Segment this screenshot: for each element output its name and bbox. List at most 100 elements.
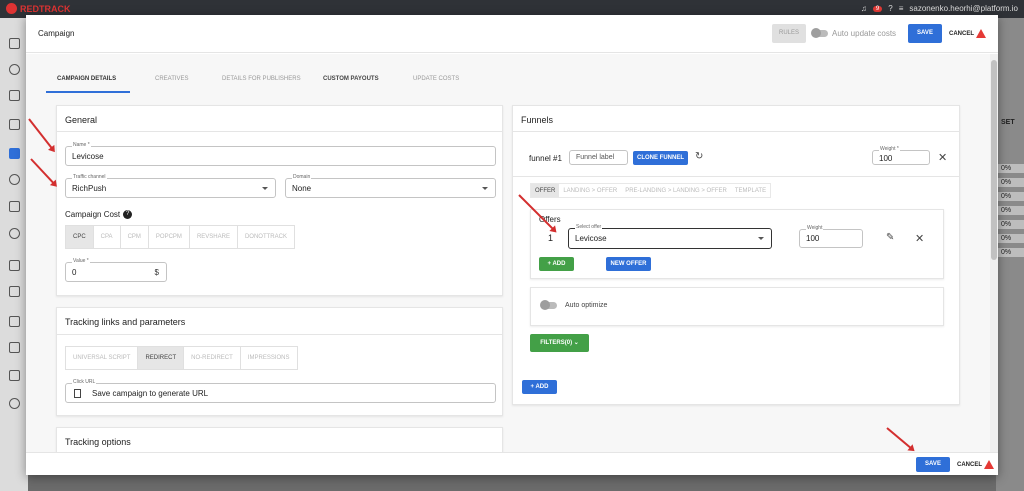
mode-impressions[interactable]: IMPRESSIONS <box>241 347 297 369</box>
cost-model-cpc[interactable]: CPC <box>66 226 94 248</box>
user-email[interactable]: sazonenko.heorhi@platform.io <box>909 4 1018 13</box>
add-funnel-button[interactable]: + ADD <box>522 380 557 394</box>
tracking-mode-selector: UNIVERSAL SCRIPT REDIRECT NO-REDIRECT IM… <box>65 346 298 370</box>
cost-value-input[interactable]: Value * 0 $ <box>65 258 167 282</box>
help-icon[interactable]: ? <box>888 4 892 13</box>
check-icon[interactable] <box>9 64 20 75</box>
cost-model-cpa[interactable]: CPA <box>94 226 121 248</box>
background-cell: 0% <box>998 164 1024 173</box>
save-button-bottom[interactable]: SAVE <box>916 457 950 472</box>
left-navigation <box>0 18 28 491</box>
background-cell: 0% <box>998 178 1024 187</box>
background-cell: 0% <box>998 192 1024 201</box>
add-offer-button[interactable]: + ADD <box>539 257 574 271</box>
tracking-links-title: Tracking links and parameters <box>65 317 186 327</box>
tab-custom-payouts[interactable]: CUSTOM PAYOUTS <box>323 76 379 82</box>
apps-icon[interactable] <box>9 370 20 381</box>
chevron-down-icon <box>758 237 764 240</box>
domain-select[interactable]: Domain None <box>285 174 496 198</box>
menu-icon[interactable]: ≡ <box>899 4 904 13</box>
rules-button[interactable]: RULES <box>772 24 806 43</box>
share-icon[interactable] <box>9 174 20 185</box>
new-offer-button[interactable]: NEW OFFER <box>606 257 651 271</box>
modal-header: Campaign RULES Auto update costs SAVE CA… <box>26 15 998 53</box>
settings-icon[interactable] <box>9 398 20 409</box>
tab-update-costs[interactable]: UPDATE COSTS <box>413 76 459 82</box>
toggle-switch[interactable] <box>540 300 557 310</box>
campaign-tabs: CAMPAIGN DETAILS CREATIVES DETAILS FOR P… <box>46 54 966 92</box>
campaign-cost-heading: Campaign Cost ? <box>65 210 133 219</box>
cost-model-cpm[interactable]: CPM <box>121 226 149 248</box>
select-offer-dropdown[interactable]: Select offer Levicose <box>568 224 772 249</box>
funnels-title: Funnels <box>521 115 554 125</box>
toggle-switch[interactable] <box>811 28 828 38</box>
tab-creatives[interactable]: CREATIVES <box>155 76 189 82</box>
tracking-options-panel: Tracking options <box>56 427 503 452</box>
subtab-landing-offer[interactable]: LANDING > OFFER <box>559 184 621 197</box>
warning-icon <box>976 29 986 38</box>
tab-campaign-details[interactable]: CAMPAIGN DETAILS <box>57 76 116 82</box>
app-logo[interactable]: REDTRACK <box>6 3 71 14</box>
funnel-icon[interactable] <box>9 286 20 297</box>
modal-footer: SAVE CANCEL <box>26 452 998 475</box>
cancel-button-top[interactable]: CANCEL <box>949 29 986 38</box>
currency-symbol: $ <box>154 268 159 277</box>
name-field[interactable]: Name * Levicose <box>65 142 496 166</box>
funnel-name: funnel #1 <box>529 154 562 163</box>
cost-model-donottrack[interactable]: DONOTTRACK <box>238 226 294 248</box>
mode-redirect[interactable]: REDIRECT <box>138 347 185 369</box>
background-cell: 0% <box>998 234 1024 243</box>
scrollbar-thumb[interactable] <box>991 60 997 260</box>
close-icon[interactable]: ✕ <box>938 151 947 164</box>
help-icon[interactable]: ? <box>123 210 133 219</box>
notification-bell-icon[interactable]: ♫ <box>861 4 867 13</box>
dashboard-icon[interactable] <box>9 38 20 49</box>
remove-offer-icon[interactable]: ✕ <box>915 232 924 245</box>
campaigns-icon[interactable] <box>9 148 20 159</box>
tracking-links-panel: Tracking links and parameters UNIVERSAL … <box>56 307 503 416</box>
auto-optimize-toggle[interactable]: Auto optimize <box>540 300 607 310</box>
globe-icon[interactable] <box>9 228 20 239</box>
tag-icon[interactable] <box>9 201 20 212</box>
edit-icon[interactable]: ✎ <box>886 232 894 243</box>
import-icon[interactable] <box>9 342 20 353</box>
offers-card: Offers 1 Select offer Levicose Weight 10… <box>530 209 944 279</box>
notification-badge: 9 <box>872 5 883 12</box>
funnel-label-input[interactable]: Funnel label <box>569 150 628 165</box>
subtab-prelanding-landing-offer[interactable]: PRE-LANDING > LANDING > OFFER <box>621 184 731 197</box>
auto-update-costs-toggle[interactable]: Auto update costs <box>811 28 896 38</box>
tab-details-for-publishers[interactable]: DETAILS FOR PUBLISHERS <box>222 76 301 82</box>
filters-button[interactable]: FILTERS(0) ⌄ <box>530 334 589 352</box>
cancel-button-bottom[interactable]: CANCEL <box>957 460 994 469</box>
tools-icon[interactable] <box>9 316 20 327</box>
mode-no-redirect[interactable]: NO-REDIRECT <box>184 347 241 369</box>
cost-model-popcpm[interactable]: POPCPM <box>149 226 190 248</box>
chevron-down-icon <box>482 187 488 190</box>
traffic-channel-select[interactable]: Traffic channel RichPush <box>65 174 276 198</box>
background-table-edge: SET 0% 0% 0% 0% 0% 0% 0% <box>996 18 1024 491</box>
offer-weight-input[interactable]: Weight 100 <box>799 225 863 248</box>
click-url-field[interactable]: Click URL Save campaign to generate URL <box>65 379 496 403</box>
funnels-panel: Funnels funnel #1 Funnel label CLONE FUN… <box>512 105 960 405</box>
modal-scrollbar[interactable] <box>990 54 998 452</box>
cost-model-selector: CPC CPA CPM POPCPM REVSHARE DONOTTRACK <box>65 225 295 249</box>
active-tab-indicator <box>46 91 130 93</box>
modal-body: CAMPAIGN DETAILS CREATIVES DETAILS FOR P… <box>26 54 990 452</box>
save-button-top[interactable]: SAVE <box>908 24 942 43</box>
campaign-modal: Campaign RULES Auto update costs SAVE CA… <box>26 15 998 475</box>
clone-funnel-button[interactable]: CLONE FUNNEL <box>633 151 688 165</box>
modal-title: Campaign <box>38 29 75 38</box>
subtab-offer[interactable]: OFFER <box>531 184 560 197</box>
background-cell: 0% <box>998 206 1024 215</box>
report-icon[interactable] <box>9 119 20 130</box>
list-icon[interactable] <box>9 90 20 101</box>
mode-universal-script[interactable]: UNIVERSAL SCRIPT <box>66 347 139 369</box>
subtab-template[interactable]: TEMPLATE <box>731 184 770 197</box>
chevron-down-icon <box>262 187 268 190</box>
landers-icon[interactable] <box>9 260 20 271</box>
cost-model-revshare[interactable]: REVSHARE <box>190 226 238 248</box>
funnel-weight-input[interactable]: Weight * 100 <box>872 146 930 165</box>
warning-icon <box>984 460 994 469</box>
copy-icon[interactable] <box>74 389 81 398</box>
refresh-icon[interactable]: ↻ <box>695 151 703 162</box>
